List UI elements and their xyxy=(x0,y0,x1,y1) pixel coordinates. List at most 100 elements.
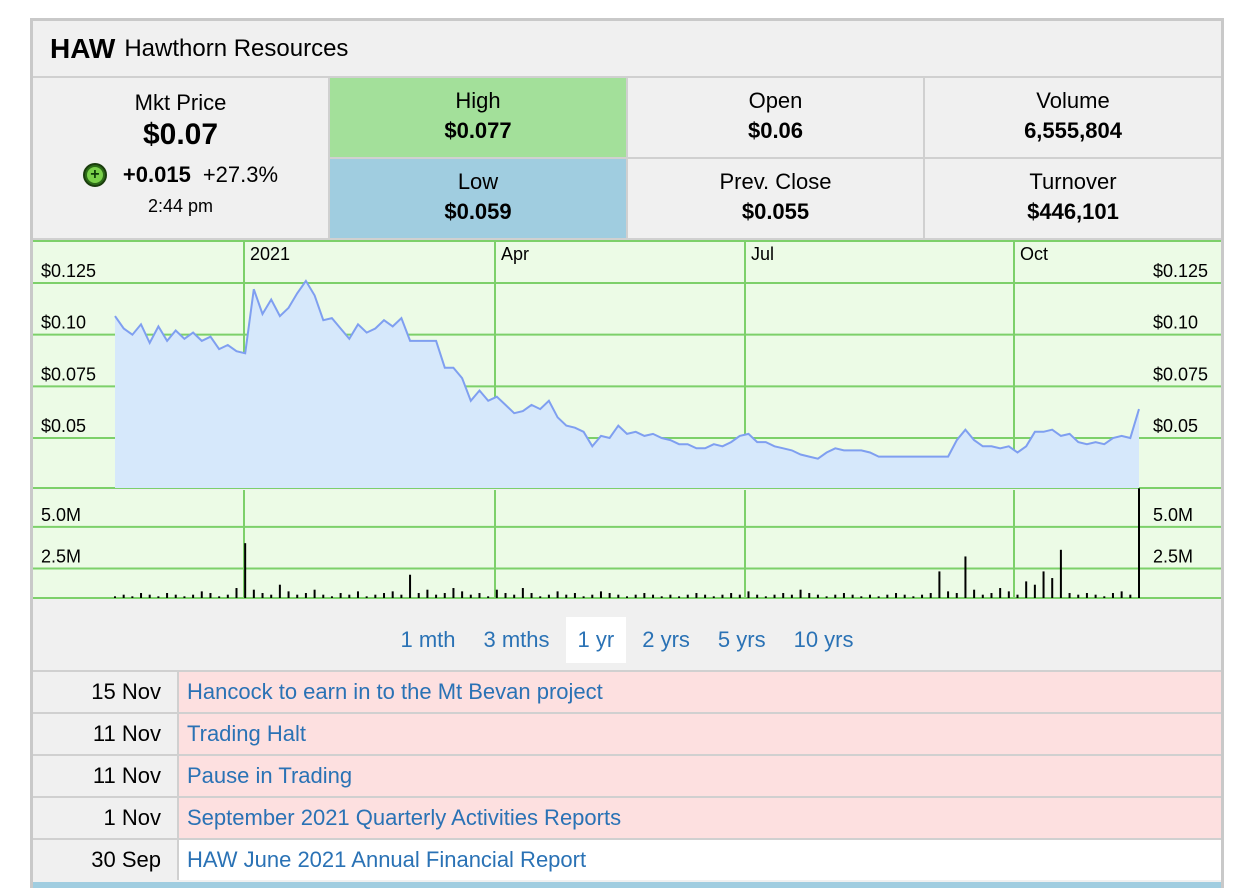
news-date: 15 Nov xyxy=(33,672,179,712)
volume-bar xyxy=(652,594,655,598)
volume-bar xyxy=(200,591,203,598)
price-chart[interactable]: 2021 Apr Jul Oct $0.125 $0.125 $0.10 $0.10 $0.07… xyxy=(33,240,1221,600)
low-label: Low xyxy=(457,169,499,194)
volume-bar xyxy=(356,591,359,598)
volume-bar xyxy=(166,593,169,598)
volume-bar xyxy=(565,594,568,598)
volume-bar xyxy=(1094,594,1097,598)
volume-cell: Volume 6,555,804 xyxy=(925,78,1221,159)
volume-bar xyxy=(1051,578,1054,598)
volume-bar xyxy=(773,594,776,598)
news-title-link[interactable]: Trading Halt xyxy=(179,714,1221,754)
news-row[interactable]: 11 Nov Pause in Trading xyxy=(33,754,1221,796)
volume-bar xyxy=(313,589,316,598)
volume-bar xyxy=(1007,591,1010,598)
range-button-10-yrs[interactable]: 10 yrs xyxy=(782,617,866,663)
volume-bar xyxy=(851,594,854,598)
market-price-label: Mkt Price xyxy=(134,90,227,115)
volume-bar xyxy=(339,593,342,598)
volume-bar xyxy=(929,593,932,598)
news-row[interactable]: 1 Nov September 2021 Quarterly Activities… xyxy=(33,796,1221,838)
news-title-link[interactable]: September 2021 Quarterly Activities Repo… xyxy=(179,798,1221,838)
volume-bar xyxy=(981,594,984,598)
x-tick-label: 2021 xyxy=(250,244,290,264)
volume-bar xyxy=(764,596,767,598)
volume-bar xyxy=(964,556,967,598)
volume-bar xyxy=(513,594,516,598)
range-button-2-yrs[interactable]: 2 yrs xyxy=(630,617,702,663)
news-title-link[interactable]: HAW June 2021 Annual Financial Report xyxy=(179,840,1221,880)
prev-close-cell: Prev. Close $0.055 xyxy=(628,159,925,240)
volume-bar xyxy=(547,594,550,598)
turnover-value: $446,101 xyxy=(1027,199,1119,224)
news-row[interactable]: 15 Nov Hancock to earn in to the Mt Bevan… xyxy=(33,670,1221,712)
open-cell: Open $0.06 xyxy=(628,78,925,159)
title-bar: HAW Hawthorn Resources xyxy=(33,21,1221,78)
high-cell: High $0.077 xyxy=(330,78,628,159)
x-tick-label: Jul xyxy=(751,244,774,264)
price-volume-chart[interactable]: 2021 Apr Jul Oct $0.125 $0.125 $0.10 $0.10 $0.07… xyxy=(33,240,1221,600)
volume-bar xyxy=(860,596,863,598)
news-row[interactable]: 11 Nov Trading Halt xyxy=(33,712,1221,754)
volume-bar xyxy=(426,589,429,598)
range-button-3-mths[interactable]: 3 mths xyxy=(472,617,562,663)
volume-bar xyxy=(270,594,273,598)
range-button-5-yrs[interactable]: 5 yrs xyxy=(706,617,778,663)
volume-bar xyxy=(174,594,177,598)
volume-value: 6,555,804 xyxy=(1024,118,1122,143)
market-price-value: $0.07 xyxy=(142,118,219,151)
price-tick-right: $0.125 xyxy=(1153,261,1208,281)
turnover-cell: Turnover $446,101 xyxy=(925,159,1221,240)
volume-bar xyxy=(686,594,689,598)
news-title-link[interactable]: Pause in Trading xyxy=(179,756,1221,796)
x-tick-label: Oct xyxy=(1020,244,1048,264)
plus-circle-icon: + xyxy=(82,163,107,187)
news-date: 11 Nov xyxy=(33,756,179,796)
price-tick-left: $0.075 xyxy=(41,364,96,384)
bottom-strip xyxy=(33,882,1221,888)
volume-bar xyxy=(912,596,915,598)
volume-bar xyxy=(903,594,906,598)
volume-bar xyxy=(391,591,394,598)
range-selector: 1 mth 3 mths 1 yr 2 yrs 5 yrs 10 yrs xyxy=(33,610,1221,670)
news-date: 30 Sep xyxy=(33,840,179,880)
high-value: $0.077 xyxy=(444,118,512,143)
volume-bar xyxy=(278,584,281,598)
volume-bar xyxy=(487,596,490,598)
volume-bar xyxy=(921,594,924,598)
volume-bar xyxy=(443,593,446,598)
volume-bar xyxy=(704,594,707,598)
volume-bar xyxy=(435,594,438,598)
price-tick-right: $0.075 xyxy=(1153,364,1208,384)
volume-bar xyxy=(999,588,1002,598)
volume-bar xyxy=(1068,593,1071,598)
range-button-1-mth[interactable]: 1 mth xyxy=(388,617,467,663)
volume-bar xyxy=(608,593,611,598)
open-label: Open xyxy=(748,88,803,113)
volume-bar xyxy=(218,596,221,598)
volume-bar xyxy=(244,543,247,598)
volume-bar xyxy=(947,591,950,598)
volume-bar xyxy=(886,594,889,598)
volume-bar xyxy=(799,589,802,598)
volume-bar xyxy=(192,594,195,598)
volume-bar xyxy=(1085,593,1088,598)
volume-bar xyxy=(330,596,333,598)
volume-bar xyxy=(990,593,993,598)
volume-bar xyxy=(634,594,637,598)
volume-bar xyxy=(304,593,307,598)
ticker-code: HAW xyxy=(50,32,116,64)
volume-bar xyxy=(148,594,151,598)
volume-bar xyxy=(226,594,229,598)
news-row[interactable]: 30 Sep HAW June 2021 Annual Financial Rep… xyxy=(33,838,1221,880)
volume-bar xyxy=(469,594,472,598)
volume-bar xyxy=(383,593,386,598)
volume-bar xyxy=(669,594,672,598)
turnover-label: Turnover xyxy=(1029,169,1117,194)
range-button-1-yr[interactable]: 1 yr xyxy=(565,617,627,663)
volume-bar xyxy=(1033,584,1036,598)
news-title-link[interactable]: Hancock to earn in to the Mt Bevan proje… xyxy=(179,672,1221,712)
market-price-cell: Mkt Price $0.07 + +0.015 +27.3% 2:44 pm xyxy=(33,78,330,240)
volume-bar xyxy=(808,593,811,598)
volume-bar xyxy=(122,594,125,598)
